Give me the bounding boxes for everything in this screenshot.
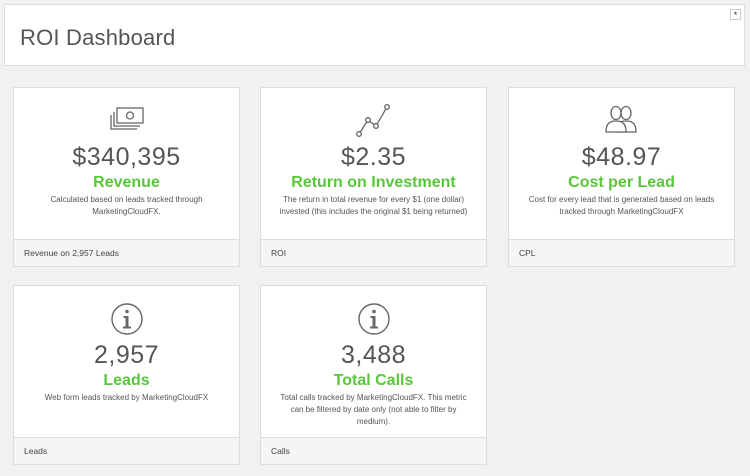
money-icon xyxy=(109,106,145,137)
revenue-value: $340,395 xyxy=(72,143,181,171)
leads-card: 2,957 Leads Web form leads tracked by Ma… xyxy=(13,285,240,465)
leads-description: Web form leads tracked by MarketingCloud… xyxy=(44,393,209,402)
leads-value: 2,957 xyxy=(93,341,160,369)
calls-value: 3,488 xyxy=(340,341,407,369)
calls-footer: Calls xyxy=(261,437,486,464)
revenue-label: Revenue xyxy=(93,174,160,191)
calls-card: 3,488 Total Calls Total calls tracked by… xyxy=(260,285,487,465)
cpl-value: $48.97 xyxy=(581,143,662,171)
dashboard-header: ROI Dashboard * xyxy=(4,4,745,66)
leads-label: Leads xyxy=(103,372,150,389)
revenue-description: Calculated based on leads tracked throug… xyxy=(50,195,203,216)
calls-description: Total calls tracked by MarketingCloudFX.… xyxy=(280,393,467,426)
page-title: ROI Dashboard xyxy=(20,25,176,50)
corner-toggle-button[interactable]: * xyxy=(730,9,741,20)
leads-footer: Leads xyxy=(14,437,239,464)
cpl-footer: CPL xyxy=(509,239,734,266)
line-chart-icon xyxy=(355,102,393,143)
roi-description: The return in total revenue for every $1… xyxy=(279,195,468,216)
cpl-card: $48.97 Cost per Lead Cost for every lead… xyxy=(508,87,735,267)
roi-footer: ROI xyxy=(261,239,486,266)
users-icon xyxy=(604,104,640,139)
info-icon xyxy=(110,302,144,341)
cpl-label: Cost per Lead xyxy=(568,174,675,191)
roi-label: Return on Investment xyxy=(291,174,456,191)
roi-value: $2.35 xyxy=(340,143,407,171)
calls-label: Total Calls xyxy=(333,372,414,389)
roi-card: $2.35 Return on Investment The return in… xyxy=(260,87,487,267)
cpl-description: Cost for every lead that is generated ba… xyxy=(528,195,715,216)
revenue-footer: Revenue on 2,957 Leads xyxy=(14,239,239,266)
info-icon xyxy=(357,302,391,341)
revenue-card: $340,395 Revenue Calculated based on lea… xyxy=(13,87,240,267)
